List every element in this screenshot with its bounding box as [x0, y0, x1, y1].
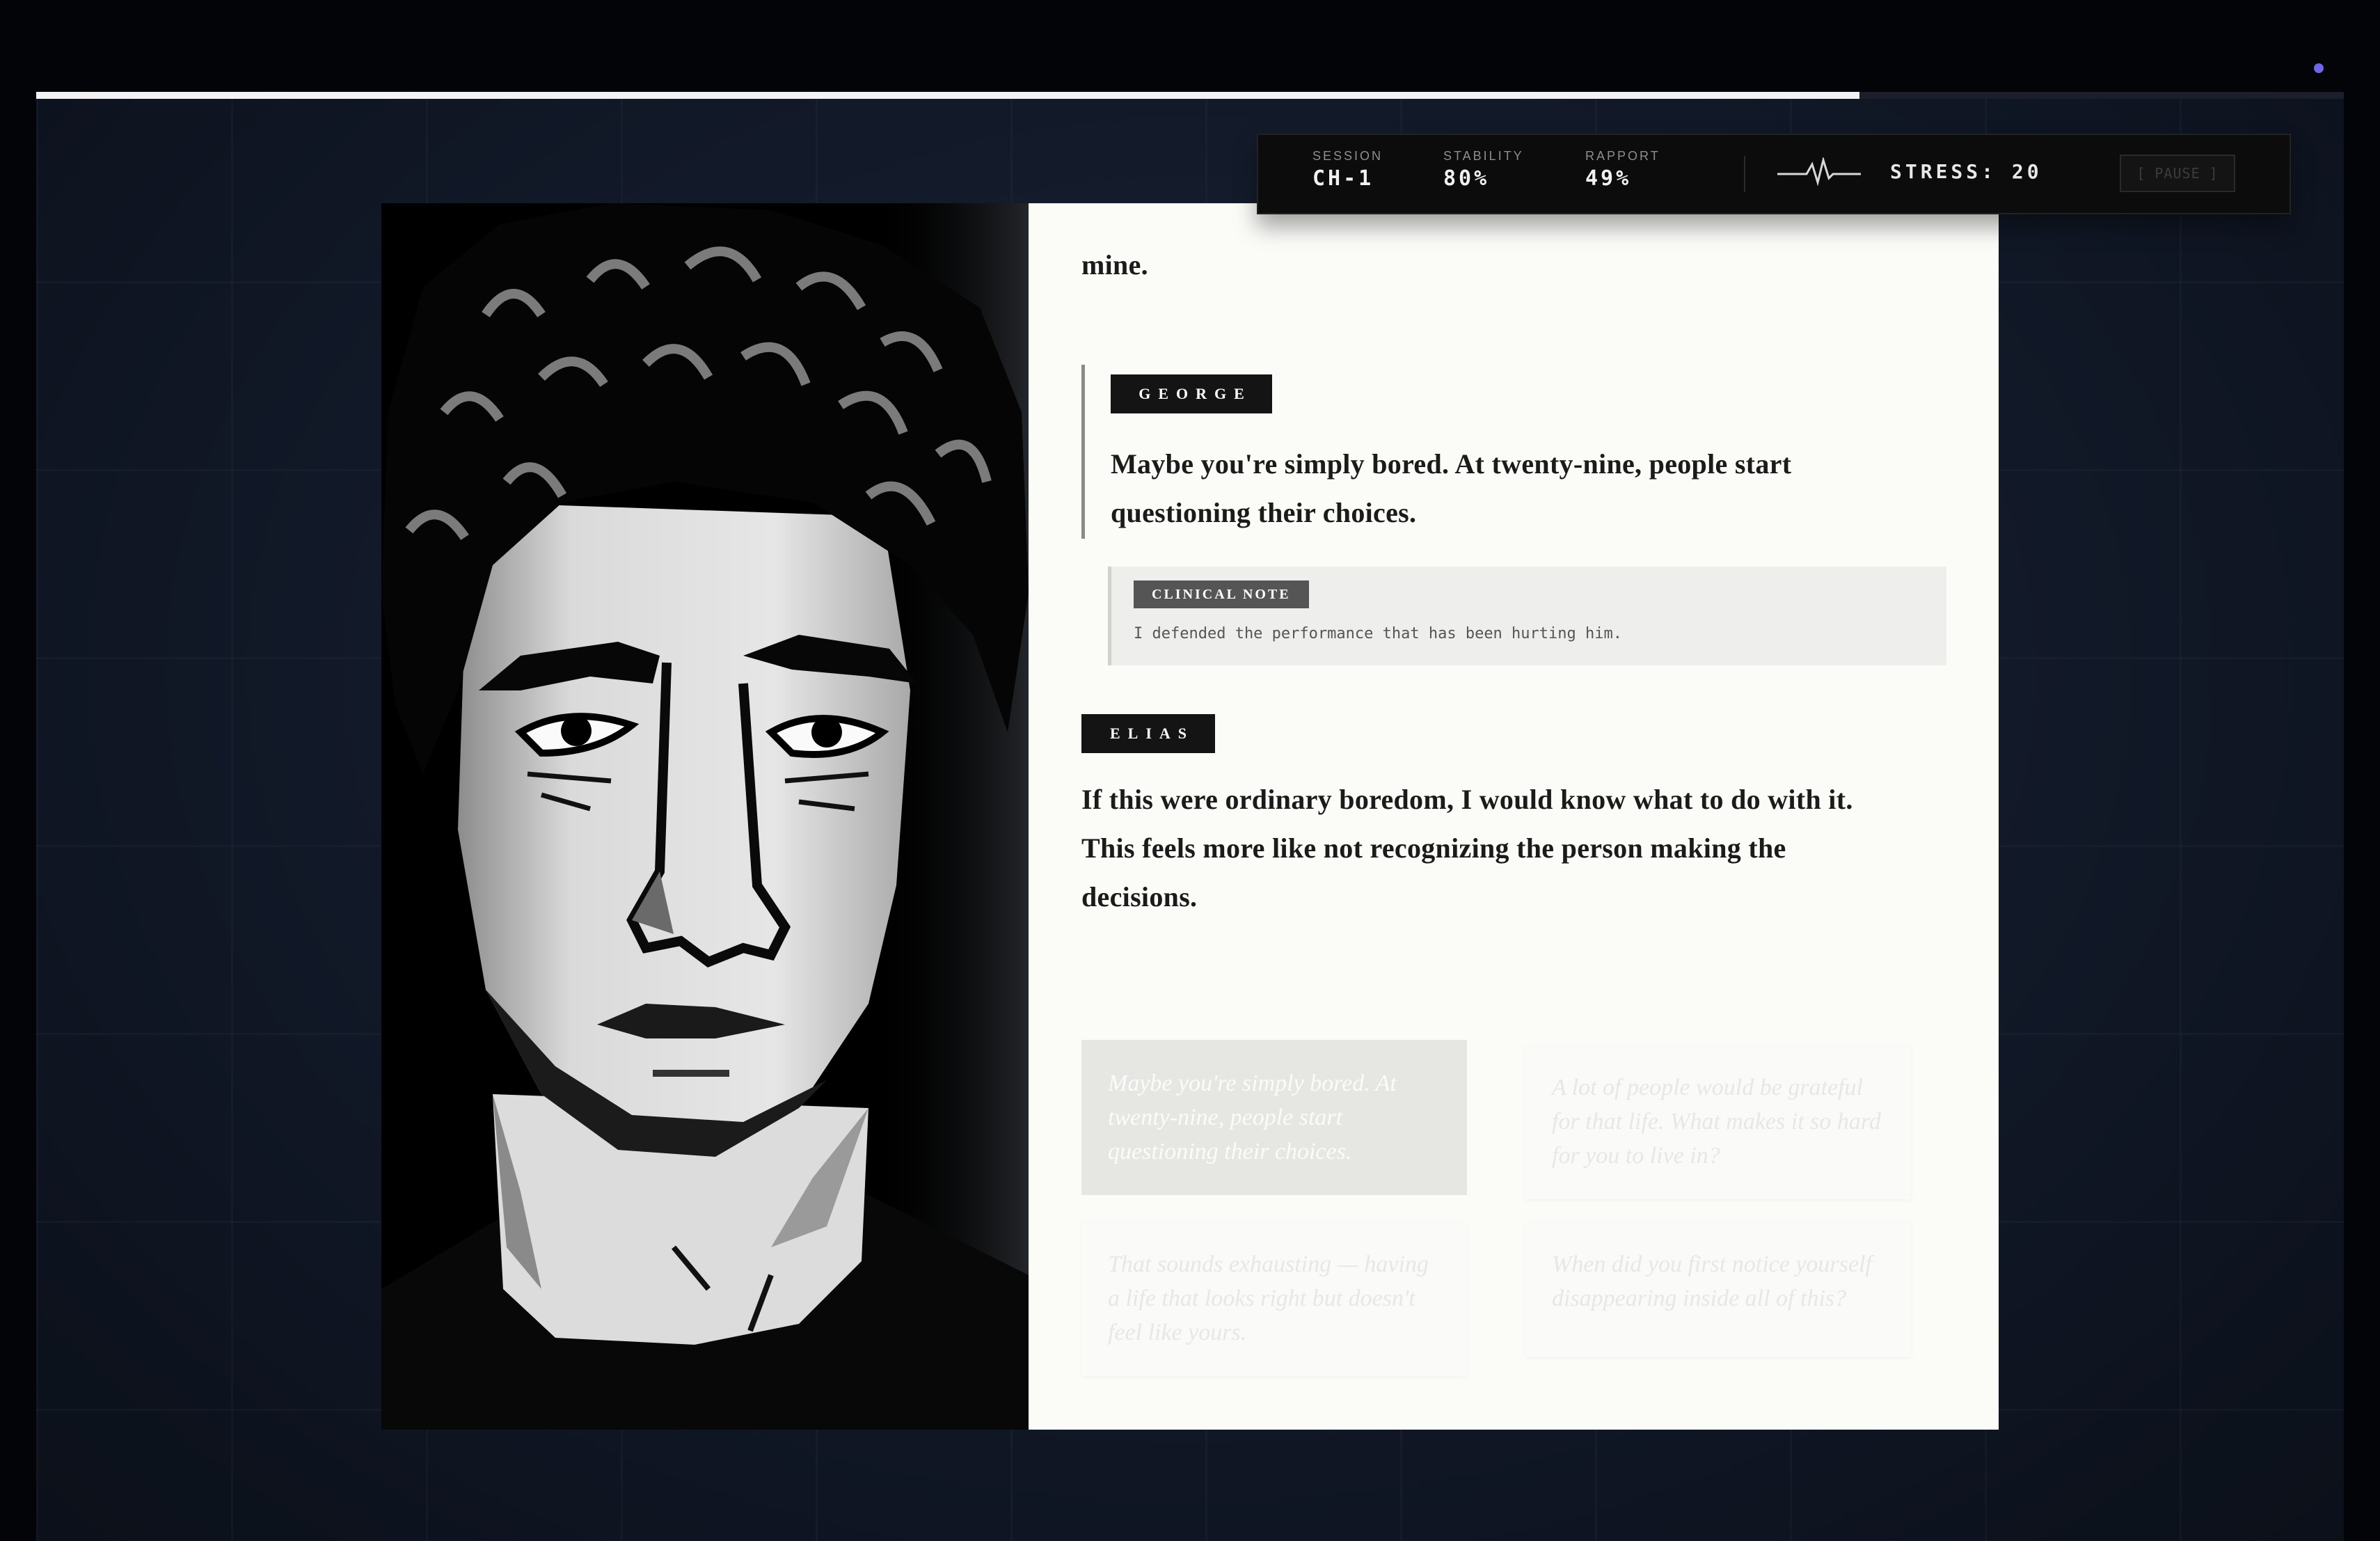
pause-button[interactable]: [ PAUSE ] — [2120, 155, 2235, 192]
previous-line-tail: mine. — [1081, 249, 1148, 280]
heartbeat-icon — [1777, 157, 1861, 187]
top-bar — [0, 0, 2380, 93]
choice-option-1[interactable]: Maybe you're simply bored. At twenty-nin… — [1081, 1040, 1467, 1195]
patient-line: If this were ordinary boredom, I would k… — [1081, 784, 1853, 912]
choice-option-4[interactable]: When did you first notice yourself disap… — [1525, 1221, 1911, 1357]
clinical-note: CLINICAL NOTE I defended the performance… — [1108, 567, 1946, 665]
stability-value: 80% — [1443, 166, 1490, 191]
session-hud: SESSION CH-1 STABILITY 80% RAPPORT 49% S… — [1257, 134, 2291, 214]
rapport-label: RAPPORT — [1585, 149, 1660, 163]
session-stat: SESSION CH-1 — [1312, 149, 1383, 191]
session-label: SESSION — [1312, 149, 1383, 163]
stability-stat: STABILITY 80% — [1443, 149, 1524, 191]
session-progress-bar — [36, 92, 2344, 99]
dialogue-panel: mine. GEORGE Maybe you're simply bored. … — [1029, 203, 1999, 1430]
hud-divider — [1744, 156, 1745, 192]
patient-portrait — [381, 203, 1029, 1430]
choice-option-2[interactable]: A lot of people would be grateful for th… — [1525, 1044, 1911, 1199]
rapport-stat: RAPPORT 49% — [1585, 149, 1660, 191]
speaker-tag-george: GEORGE — [1111, 374, 1272, 413]
session-progress-fill — [36, 92, 1859, 99]
therapist-line-rule — [1081, 365, 1085, 539]
portrait-illustration — [381, 203, 1029, 1430]
clinical-note-label: CLINICAL NOTE — [1134, 580, 1309, 608]
stability-label: STABILITY — [1443, 149, 1524, 163]
choice-option-3[interactable]: That sounds exhausting — having a life t… — [1081, 1221, 1467, 1376]
therapist-line: Maybe you're simply bored. At twenty-nin… — [1111, 448, 1792, 528]
session-value: CH-1 — [1312, 166, 1374, 191]
clinical-note-text: I defended the performance that has been… — [1134, 625, 1622, 642]
rapport-value: 49% — [1585, 166, 1632, 191]
speaker-tag-elias: ELIAS — [1081, 714, 1215, 753]
stress-readout: STRESS: 20 — [1890, 160, 2042, 183]
status-indicator-dot — [2314, 63, 2324, 73]
